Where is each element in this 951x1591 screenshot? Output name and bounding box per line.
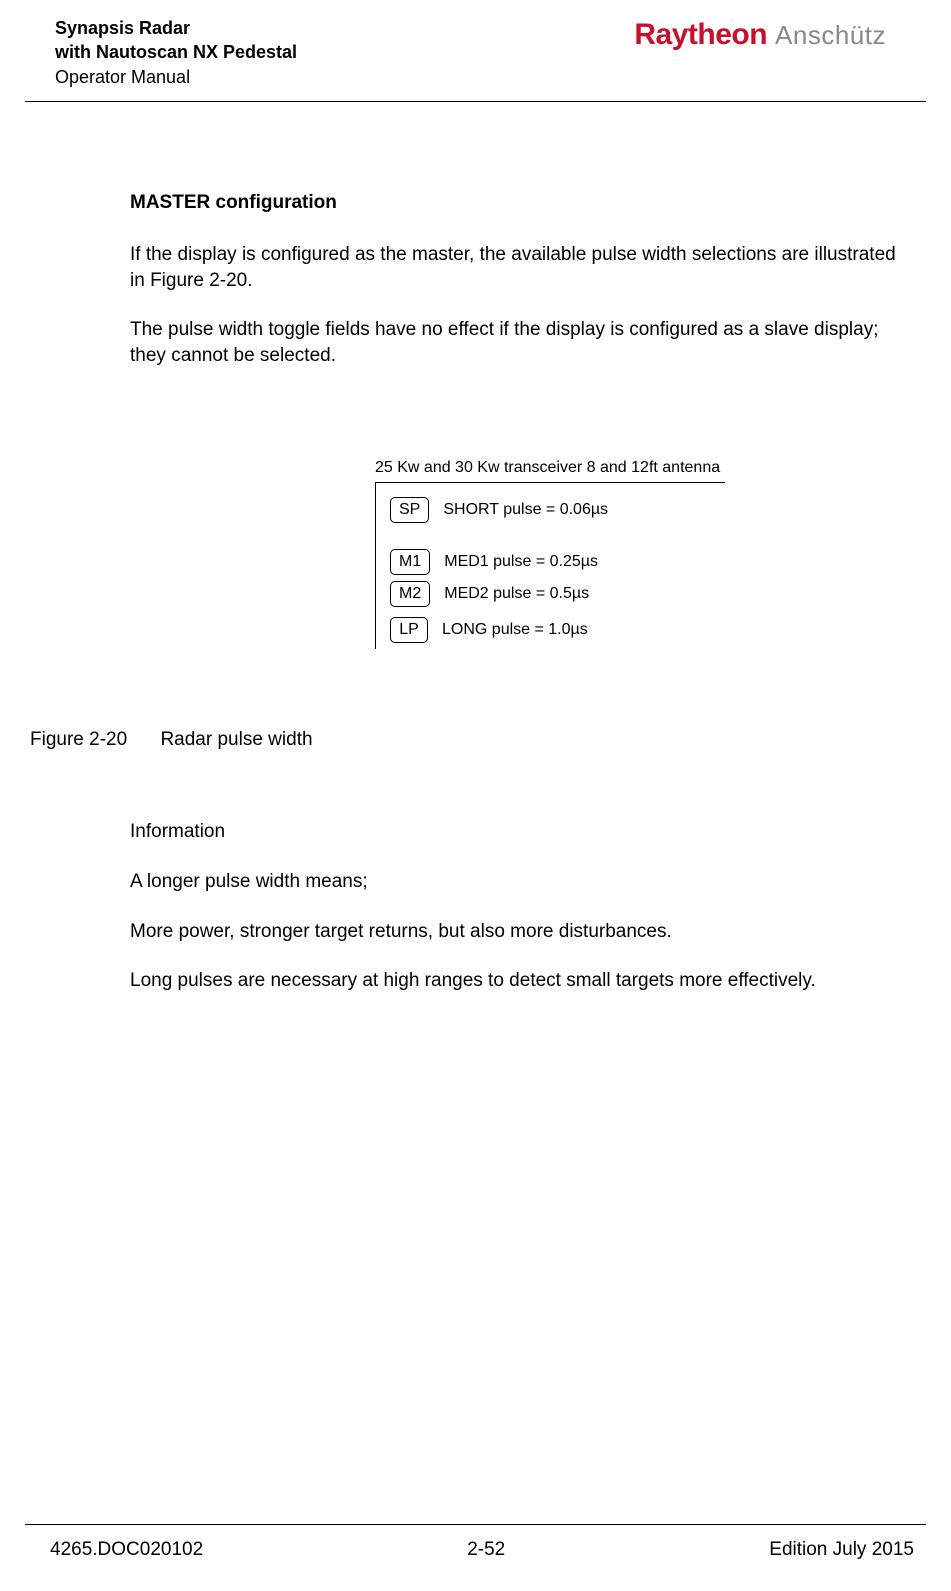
paragraph-2: The pulse width toggle fields have no ef…: [130, 317, 911, 368]
pulse-label-m1: MED1 pulse = 0.25µs: [444, 553, 598, 571]
info-heading: Information: [130, 819, 911, 845]
footer-docnum: 4265.DOC020102: [50, 1539, 203, 1561]
information-block: Information A longer pulse width means; …: [0, 819, 951, 994]
info-line-1: A longer pulse width means;: [130, 869, 911, 895]
brand-raytheon-text: Raytheon: [634, 18, 767, 52]
section-heading: MASTER configuration: [130, 192, 911, 214]
pulse-button-sp[interactable]: SP: [390, 497, 429, 523]
page-footer: 4265.DOC020102 2-52 Edition July 2015: [25, 1524, 926, 1561]
page-content: MASTER configuration If the display is c…: [0, 102, 951, 649]
pulse-label-m2: MED2 pulse = 0.5µs: [444, 585, 589, 603]
paragraph-1: If the display is configured as the mast…: [130, 242, 911, 293]
pulse-row-lp: LP LONG pulse = 1.0µs: [390, 617, 725, 643]
pulse-row-m1: M1 MED1 pulse = 0.25µs: [390, 549, 725, 575]
title-line-3: Operator Manual: [55, 65, 297, 89]
figure-title: Radar pulse width: [160, 729, 312, 750]
pulse-button-m1[interactable]: M1: [390, 549, 430, 575]
info-line-2: More power, stronger target returns, but…: [130, 919, 911, 945]
pulse-width-diagram: 25 Kw and 30 Kw transceiver 8 and 12ft a…: [375, 458, 911, 649]
footer-pagenum: 2-52: [467, 1539, 505, 1561]
info-line-3: Long pulses are necessary at high ranges…: [130, 968, 911, 994]
brand-logo: Raytheon Anschütz: [634, 16, 886, 52]
title-line-2: with Nautoscan NX Pedestal: [55, 40, 297, 64]
footer-edition: Edition July 2015: [769, 1539, 914, 1561]
pulse-label-lp: LONG pulse = 1.0µs: [442, 621, 588, 639]
pulse-row-m2: M2 MED2 pulse = 0.5µs: [390, 581, 725, 607]
doc-title-block: Synapsis Radar with Nautoscan NX Pedesta…: [55, 16, 297, 89]
figure-caption: Figure 2-20 Radar pulse width: [0, 729, 951, 751]
pulse-button-m2[interactable]: M2: [390, 581, 430, 607]
diagram-body: SP SHORT pulse = 0.06µs M1 MED1 pulse = …: [375, 482, 725, 649]
pulse-row-sp: SP SHORT pulse = 0.06µs: [390, 497, 725, 523]
page-header: Synapsis Radar with Nautoscan NX Pedesta…: [25, 0, 926, 102]
title-line-1: Synapsis Radar: [55, 16, 297, 40]
pulse-label-sp: SHORT pulse = 0.06µs: [443, 501, 608, 519]
figure-number: Figure 2-20: [30, 729, 127, 750]
pulse-button-lp[interactable]: LP: [390, 617, 428, 643]
diagram-caption: 25 Kw and 30 Kw transceiver 8 and 12ft a…: [375, 458, 911, 479]
brand-anschutz-text: Anschütz: [775, 20, 886, 51]
